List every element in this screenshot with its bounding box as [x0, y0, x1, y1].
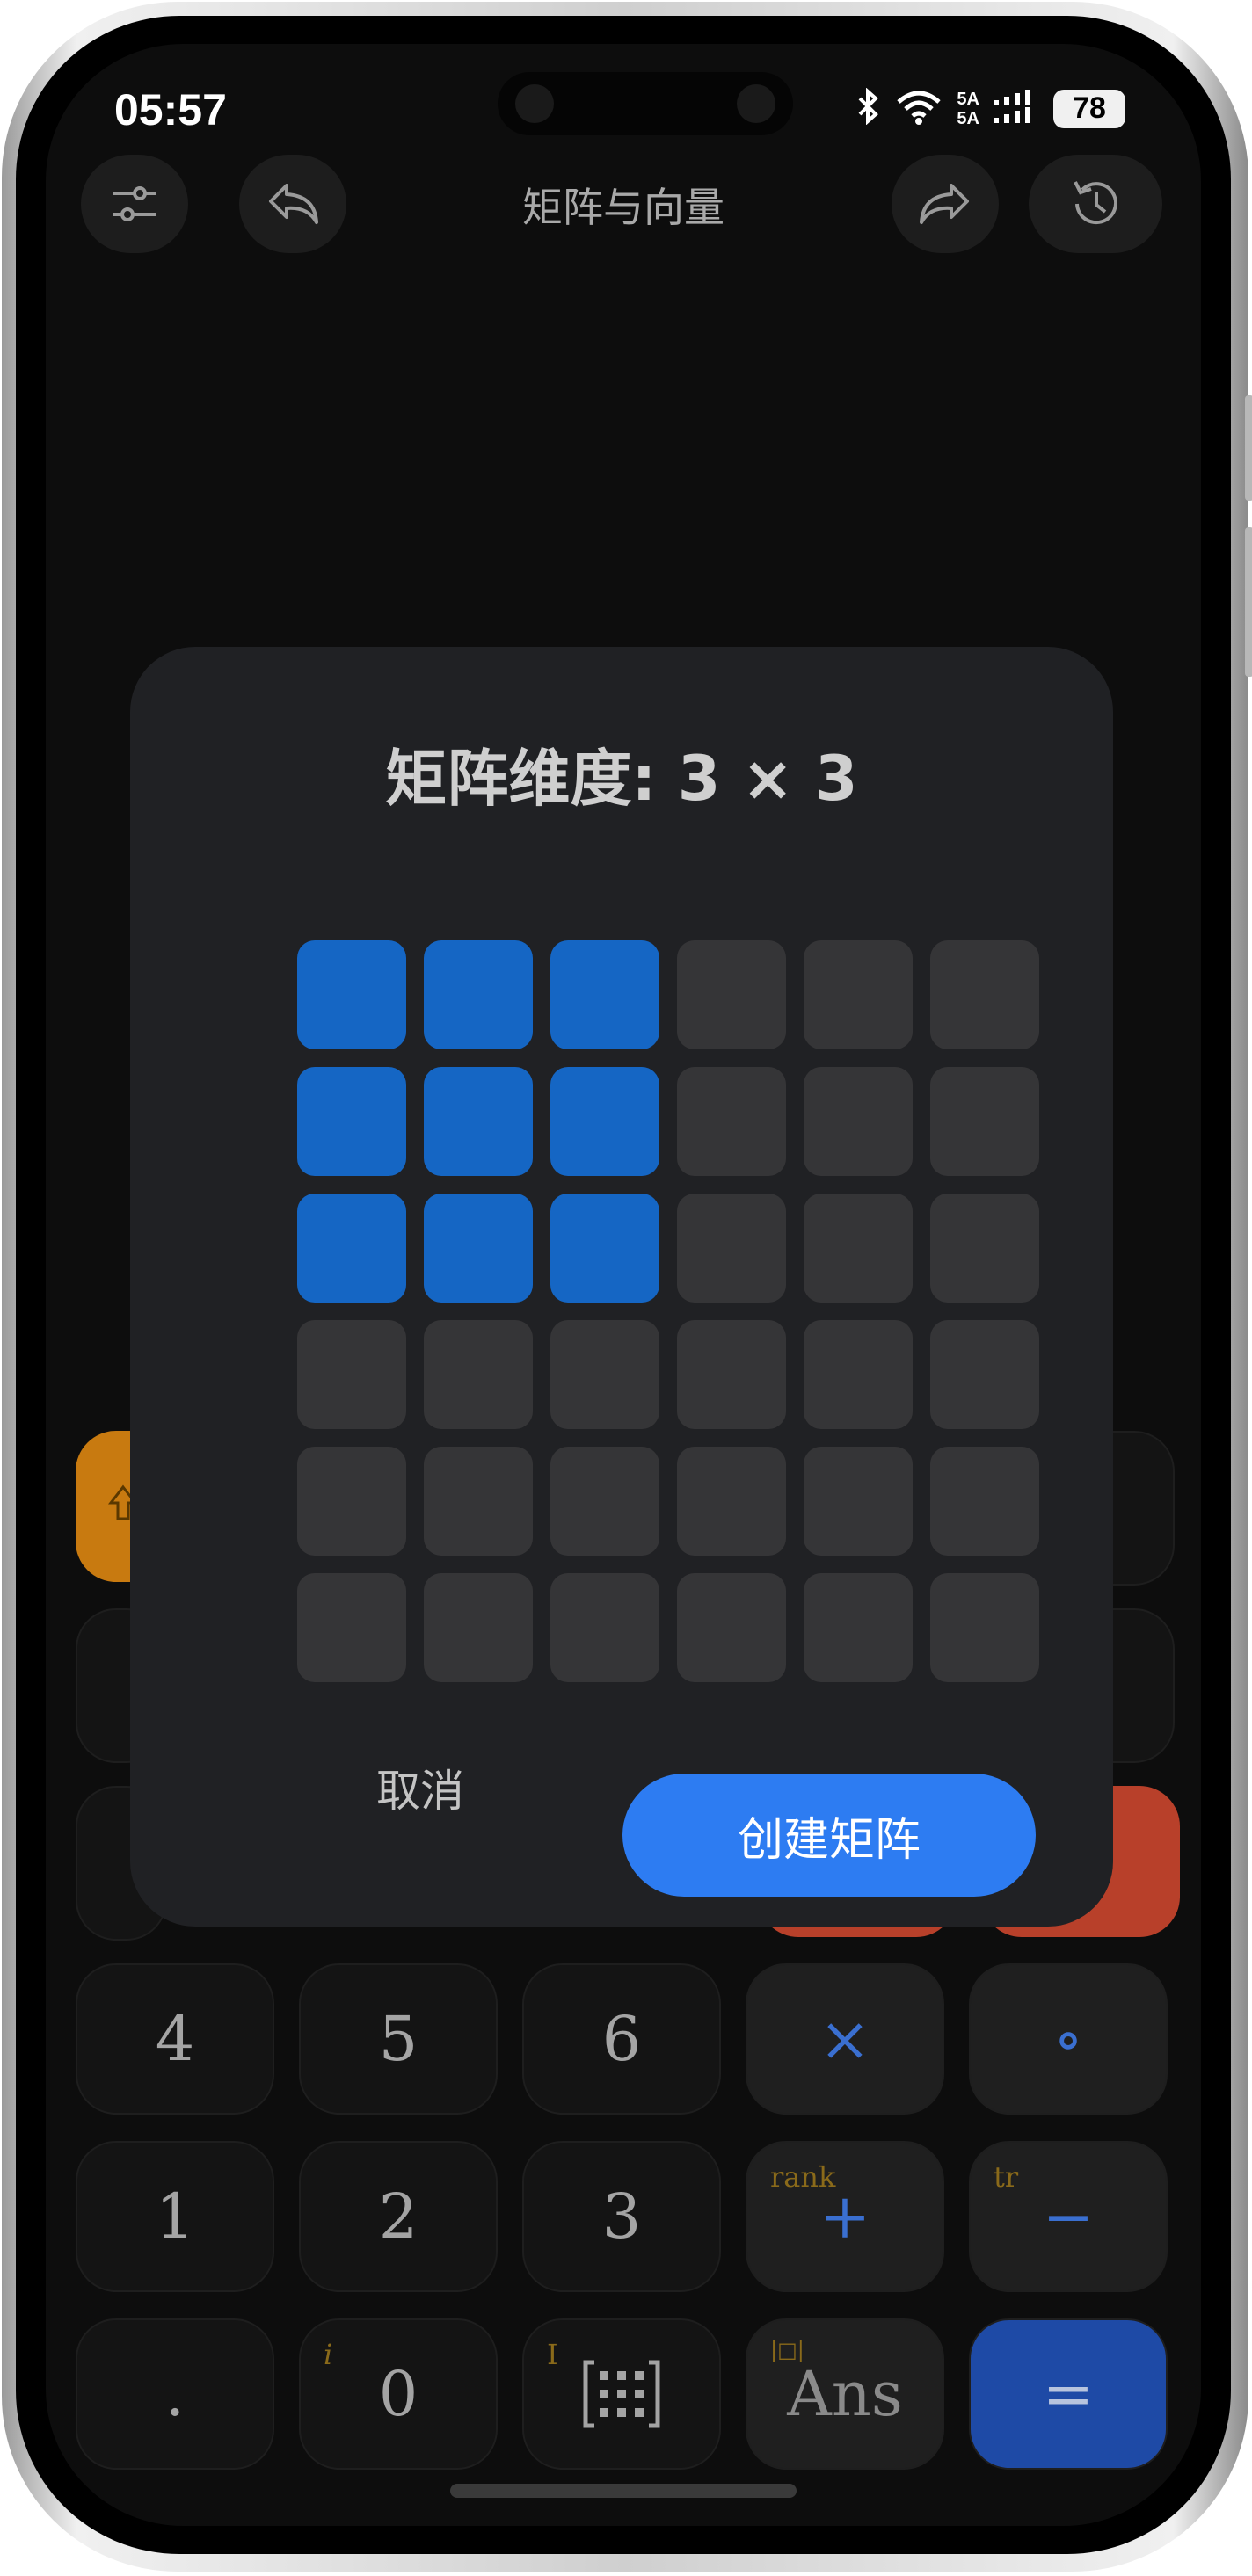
cancel-button[interactable]: 取消 — [332, 1756, 508, 1826]
home-indicator[interactable] — [450, 2484, 797, 2498]
key-0[interactable]: i 0 — [299, 2318, 498, 2470]
compose-key[interactable]: ∘ — [969, 1963, 1168, 2115]
grid-cell[interactable] — [550, 1573, 659, 1682]
create-matrix-button[interactable]: 创建矩阵 — [622, 1774, 1036, 1897]
plus-key[interactable]: rank + — [746, 2141, 944, 2292]
minus-key[interactable]: tr − — [969, 2141, 1168, 2292]
matrix-key[interactable]: I — [522, 2318, 721, 2470]
trace-label: tr — [994, 2160, 1019, 2194]
grid-cell[interactable] — [804, 1447, 913, 1556]
minus-label: − — [1042, 2181, 1095, 2253]
imaginary-label: i — [324, 2338, 333, 2371]
bluetooth-icon — [856, 87, 881, 129]
grid-cell[interactable] — [677, 1320, 786, 1429]
grid-cell[interactable] — [804, 1194, 913, 1303]
grid-cell[interactable] — [424, 1320, 533, 1429]
grid-cell[interactable] — [297, 1447, 406, 1556]
dialog-title: 矩阵维度: 3 × 3 — [385, 743, 858, 815]
grid-cell-selected[interactable] — [424, 1067, 533, 1176]
grid-cell-selected[interactable] — [550, 940, 659, 1049]
grid-cell-selected[interactable] — [297, 1194, 406, 1303]
redo-icon — [920, 184, 969, 224]
grid-cell[interactable] — [930, 1067, 1039, 1176]
screen: 05:57 5A 5A 78 矩阵与向量 4 5 6 × ∘ 1 2 3 ran… — [46, 44, 1201, 2526]
zero-label: 0 — [378, 2358, 419, 2430]
signal-labels: 5A 5A — [957, 89, 979, 128]
equals-key[interactable]: = — [969, 2318, 1168, 2470]
grid-cell[interactable] — [930, 1573, 1039, 1682]
key-5[interactable]: 5 — [299, 1963, 498, 2115]
grid-cell[interactable] — [677, 940, 786, 1049]
grid-cell[interactable] — [550, 1447, 659, 1556]
history-button[interactable] — [1029, 155, 1162, 253]
status-icons: 5A 5A 78 — [856, 87, 1125, 129]
grid-cell-selected[interactable] — [424, 940, 533, 1049]
dynamic-island — [498, 72, 793, 135]
page-title: 矩阵与向量 — [522, 184, 724, 231]
decimal-key[interactable]: . — [76, 2318, 274, 2470]
grid-cell[interactable] — [804, 1320, 913, 1429]
grid-cell[interactable] — [677, 1447, 786, 1556]
grid-cell[interactable] — [677, 1573, 786, 1682]
battery-icon: 78 — [1053, 89, 1125, 128]
grid-cell[interactable] — [804, 940, 913, 1049]
side-button — [1245, 527, 1252, 677]
ans-key[interactable]: |□| Ans — [746, 2318, 944, 2470]
key-3[interactable]: 3 — [522, 2141, 721, 2292]
cellular-signal-icon — [994, 88, 1039, 129]
identity-label: I — [547, 2338, 558, 2371]
grid-cell[interactable] — [297, 1573, 406, 1682]
matrix-icon — [583, 2360, 660, 2428]
grid-cell-selected[interactable] — [550, 1194, 659, 1303]
grid-cell[interactable] — [677, 1194, 786, 1303]
grid-cell[interactable] — [804, 1067, 913, 1176]
grid-cell[interactable] — [550, 1320, 659, 1429]
key-4[interactable]: 4 — [76, 1963, 274, 2115]
grid-cell[interactable] — [930, 1447, 1039, 1556]
sensor-icon — [737, 84, 775, 123]
grid-cell[interactable] — [424, 1447, 533, 1556]
redo-button[interactable] — [892, 155, 999, 253]
grid-cell-selected[interactable] — [550, 1067, 659, 1176]
grid-cell-selected[interactable] — [297, 940, 406, 1049]
grid-cell[interactable] — [930, 1194, 1039, 1303]
history-icon — [1074, 181, 1117, 225]
sensor-icon — [515, 84, 554, 123]
side-button — [1245, 395, 1252, 501]
abs-label: |□| — [770, 2338, 804, 2362]
grid-cell[interactable] — [297, 1320, 406, 1429]
grid-cell-selected[interactable] — [297, 1067, 406, 1176]
matrix-dimension-dialog: 矩阵维度: 3 × 3 取消 创建矩阵 — [130, 647, 1113, 1927]
grid-cell[interactable] — [677, 1067, 786, 1176]
wifi-icon — [895, 88, 943, 129]
multiply-key[interactable]: × — [746, 1963, 944, 2115]
grid-cell[interactable] — [930, 940, 1039, 1049]
grid-cell[interactable] — [804, 1573, 913, 1682]
key-1[interactable]: 1 — [76, 2141, 274, 2292]
grid-cell-selected[interactable] — [424, 1194, 533, 1303]
ans-label: Ans — [787, 2358, 903, 2430]
grid-cell[interactable] — [930, 1320, 1039, 1429]
grid-cell[interactable] — [424, 1573, 533, 1682]
status-time: 05:57 — [114, 85, 227, 134]
key-2[interactable]: 2 — [299, 2141, 498, 2292]
rank-label: rank — [770, 2160, 836, 2194]
key-6[interactable]: 6 — [522, 1963, 721, 2115]
